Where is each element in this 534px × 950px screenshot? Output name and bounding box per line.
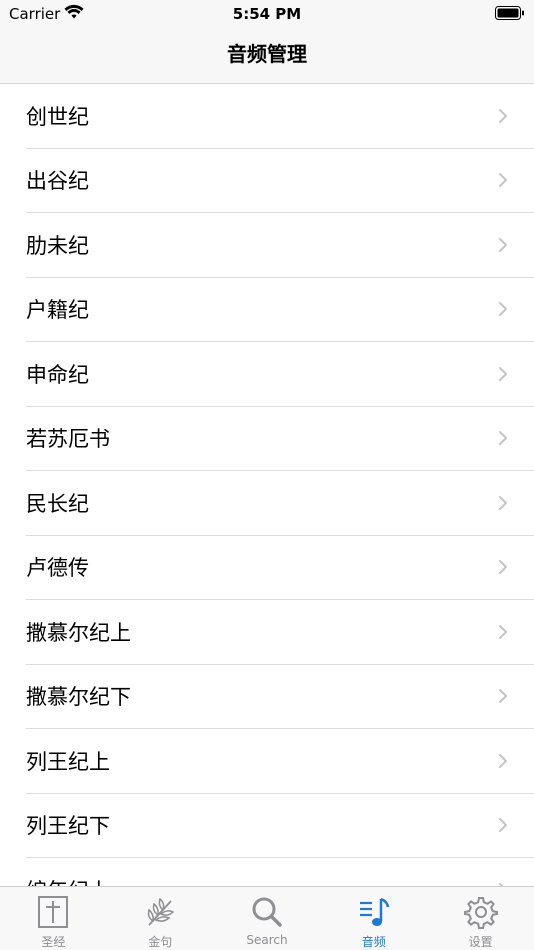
battery-icon	[495, 6, 524, 20]
status-time: 5:54 PM	[232, 5, 302, 23]
chevron-right-icon	[499, 624, 507, 639]
tab-golden-verse[interactable]: 金句	[107, 887, 214, 950]
search-icon	[252, 897, 282, 927]
tab-label: 设置	[468, 935, 493, 949]
tab-label: Search	[246, 933, 288, 947]
tab-bible[interactable]: 圣经	[0, 887, 107, 950]
list-item-label: 若苏厄书	[26, 427, 110, 452]
audio-book-list[interactable]: 创世纪 出谷纪 肋未纪 户籍纪 申命纪 若苏厄书 民长纪 卢德传 撒慕尔纪上 撒…	[0, 84, 534, 886]
list-item[interactable]: 肋未纪	[26, 213, 534, 278]
tab-label: 音频	[361, 935, 386, 949]
list-item[interactable]: 若苏厄书	[26, 407, 534, 471]
list-item-label: 出谷纪	[26, 169, 89, 194]
list-item[interactable]: 出谷纪	[26, 149, 534, 213]
list-item[interactable]: 民长纪	[26, 471, 534, 536]
list-item[interactable]: 户籍纪	[26, 278, 534, 342]
list-item-label: 申命纪	[26, 362, 89, 387]
gear-icon	[463, 897, 498, 929]
chevron-right-icon	[499, 173, 507, 188]
chevron-right-icon	[499, 366, 507, 381]
chevron-right-icon	[499, 302, 507, 317]
list-item[interactable]: 申命纪	[26, 342, 534, 407]
list-item-label: 列王纪上	[26, 749, 110, 774]
tab-audio[interactable]: 音频	[320, 887, 427, 950]
tab-label: 金句	[148, 935, 173, 949]
list-item[interactable]: 卢德传	[26, 536, 534, 600]
list-item[interactable]: 撒慕尔纪下	[26, 665, 534, 729]
list-item-label: 撒慕尔纪下	[26, 685, 131, 710]
list-item[interactable]: 撒慕尔纪上	[26, 600, 534, 665]
list-item-label: 列王纪下	[26, 814, 110, 839]
navigation-bar: 音频管理	[0, 28, 534, 84]
list-item-label: 编年纪上	[26, 875, 110, 886]
bible-cross-icon	[38, 896, 69, 928]
list-item-label: 创世纪	[26, 104, 89, 129]
chevron-right-icon	[499, 818, 507, 833]
list-item-label: 肋未纪	[26, 233, 89, 258]
chevron-right-icon	[499, 560, 507, 575]
tab-label: 圣经	[41, 935, 66, 949]
chevron-right-icon	[499, 108, 507, 123]
chevron-right-icon	[499, 431, 507, 446]
list-item-label: 民长纪	[26, 491, 89, 516]
tab-search[interactable]: Search	[214, 887, 321, 950]
chevron-right-icon	[499, 689, 507, 704]
list-item[interactable]: 列王纪下	[26, 794, 534, 858]
list-item[interactable]: 编年纪上	[26, 858, 534, 886]
chevron-right-icon	[499, 753, 507, 768]
list-item-label: 卢德传	[26, 556, 89, 581]
olive-branch-icon	[147, 897, 175, 926]
tab-settings[interactable]: 设置	[427, 887, 534, 950]
chevron-right-icon	[499, 495, 507, 510]
list-item[interactable]: 创世纪	[26, 84, 534, 149]
list-item[interactable]: 列王纪上	[26, 729, 534, 794]
list-item-label: 撒慕尔纪上	[26, 620, 131, 645]
music-note-icon	[359, 897, 390, 926]
page-title: 音频管理	[227, 42, 307, 66]
tab-bar: 圣经 金句 Search 音频 设置	[0, 886, 534, 950]
chevron-right-icon	[499, 237, 507, 252]
list-item-label: 户籍纪	[26, 298, 89, 323]
status-bar: Carrier 5:54 PM	[0, 0, 534, 28]
